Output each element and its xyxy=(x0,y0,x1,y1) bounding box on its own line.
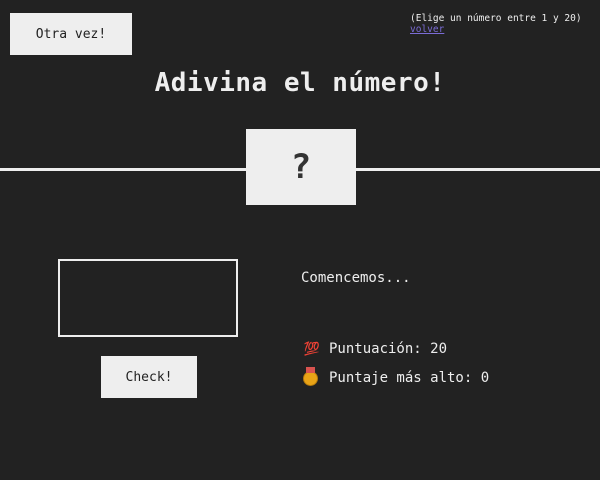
score-row: 💯 Puntuación: 20 xyxy=(303,341,447,357)
hundred-points-icon: 💯 xyxy=(303,341,321,357)
game-page: Otra vez! (Elige un número entre 1 y 20)… xyxy=(0,0,600,480)
highscore-row: Puntaje más alto: 0 xyxy=(303,366,490,386)
score-value: 20 xyxy=(430,341,448,357)
check-button[interactable]: Check! xyxy=(101,356,197,398)
medal-icon xyxy=(303,366,318,386)
status-message: Comencemos... xyxy=(301,270,411,286)
highscore-label: Puntaje más alto: xyxy=(329,370,473,386)
highscore-value: 0 xyxy=(480,370,490,386)
range-hint: (Elige un número entre 1 y 20) xyxy=(410,13,582,24)
secret-number-box: ? xyxy=(246,129,356,205)
guess-input[interactable] xyxy=(58,259,238,337)
back-link[interactable]: volver xyxy=(410,24,444,35)
again-button[interactable]: Otra vez! xyxy=(10,13,132,55)
score-label: Puntuación: xyxy=(329,341,422,357)
page-title: Adivina el número! xyxy=(154,68,446,98)
